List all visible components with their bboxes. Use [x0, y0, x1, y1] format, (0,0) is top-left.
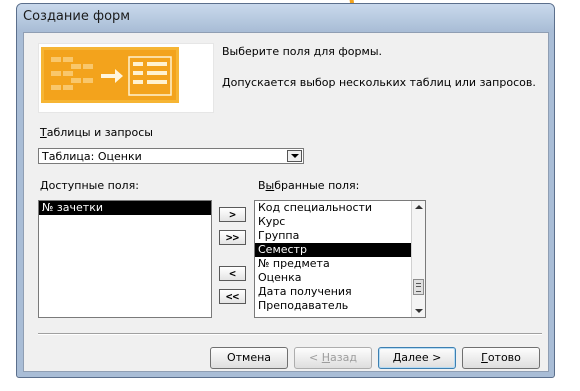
available-fields-list[interactable]: № зачетки: [38, 200, 212, 318]
intro-text-fields: Выберите поля для формы.: [222, 45, 382, 58]
list-item[interactable]: Преподаватель: [255, 299, 425, 313]
list-item[interactable]: Код специальности: [255, 201, 425, 215]
dialog-body: Выберите поля для формы. Допускается выб…: [23, 32, 549, 372]
tables-queries-select[interactable]: Таблица: Оценки: [38, 148, 304, 164]
selected-fields-label: Выбранные поля:: [258, 179, 360, 192]
selected-fields-scrollbar[interactable]: [411, 201, 425, 317]
dropdown-arrow-icon[interactable]: [287, 150, 302, 162]
wizard-preview: [38, 43, 214, 113]
scroll-up-icon[interactable]: [415, 205, 423, 209]
available-fields-label: Доступные поля:: [40, 179, 139, 192]
scroll-down-icon[interactable]: [415, 309, 423, 313]
tables-label: Таблицы и запросы: [40, 126, 153, 139]
list-item[interactable]: Оценка: [255, 271, 425, 285]
add-field-button[interactable]: >: [219, 207, 246, 222]
finish-button[interactable]: Готово: [462, 347, 540, 369]
list-item[interactable]: Семестр: [255, 243, 425, 257]
form-wizard-dialog: Создание форм Выберите поля для формы. Д…: [16, 3, 555, 378]
cancel-button[interactable]: Отмена: [210, 347, 288, 369]
list-item[interactable]: № предмета: [255, 257, 425, 271]
list-item[interactable]: № зачетки: [39, 201, 211, 215]
tables-queries-value: Таблица: Оценки: [42, 150, 142, 163]
form-wizard-illustration: [41, 47, 179, 103]
scroll-thumb[interactable]: [413, 279, 424, 295]
remove-field-button[interactable]: <: [219, 266, 246, 281]
selected-fields-list[interactable]: Код специальности Курс Группа Семестр № …: [254, 200, 426, 318]
divider: [38, 333, 542, 335]
list-item[interactable]: Курс: [255, 215, 425, 229]
list-item[interactable]: Дата получения: [255, 285, 425, 299]
intro-text-multiple: Допускается выбор нескольких таблиц или …: [222, 76, 536, 89]
window-title: Создание форм: [23, 9, 131, 24]
next-button[interactable]: Далее >: [378, 347, 456, 369]
title-bar[interactable]: Создание форм: [17, 4, 554, 31]
remove-all-fields-button[interactable]: <<: [219, 289, 246, 304]
back-button[interactable]: < Назад: [294, 347, 372, 369]
add-all-fields-button[interactable]: >>: [219, 230, 246, 245]
list-item[interactable]: Группа: [255, 229, 425, 243]
